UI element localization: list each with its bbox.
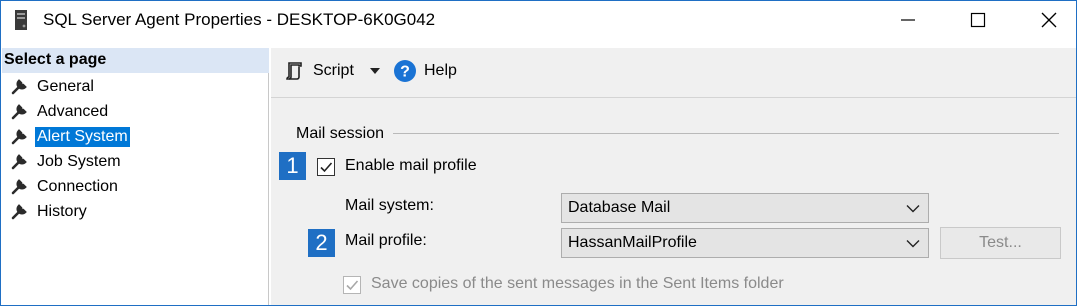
page-item-advanced[interactable]: Advanced — [2, 101, 269, 123]
callout-badge: 2 — [308, 229, 335, 257]
maximize-button[interactable] — [955, 1, 1001, 39]
wrench-icon — [11, 204, 27, 220]
page-item-general[interactable]: General — [2, 76, 269, 98]
page-selector-panel: Select a page General Advanced Alert Sys… — [2, 48, 269, 305]
section-divider — [393, 133, 1059, 134]
toolbar: Script ? Help — [271, 48, 1076, 98]
window-title: SQL Server Agent Properties - DESKTOP-6K… — [43, 10, 436, 29]
page-item-label: History — [37, 203, 87, 220]
chevron-down-icon — [906, 240, 920, 248]
page-item-alert-system[interactable]: Alert System — [2, 126, 269, 148]
page-item-label: Job System — [37, 153, 121, 170]
script-dropdown-icon[interactable] — [369, 66, 381, 76]
mail-system-label: Mail system: — [345, 197, 434, 214]
save-copies-checkbox[interactable] — [343, 276, 361, 294]
help-icon[interactable]: ? — [393, 59, 417, 83]
page-item-label: Advanced — [37, 103, 109, 120]
mail-session-heading: Mail session — [296, 125, 385, 142]
wrench-icon — [11, 129, 27, 145]
minimize-button[interactable] — [885, 1, 931, 39]
content-area: Mail session 1 Enable mail profile Mail … — [271, 99, 1076, 305]
wrench-icon — [11, 179, 27, 195]
enable-mail-profile-label[interactable]: Enable mail profile — [345, 157, 477, 175]
alert-system-page: Script ? Help Mail session 1 Enable mail… — [271, 48, 1076, 305]
minimize-icon — [901, 19, 915, 21]
select-a-page-header: Select a page — [2, 48, 269, 73]
title-bar: SQL Server Agent Properties - DESKTOP-6K… — [1, 1, 1076, 39]
checkmark-icon — [346, 280, 359, 291]
mail-system-select[interactable]: Database Mail — [561, 193, 929, 223]
mail-profile-value: HassanMailProfile — [568, 234, 697, 251]
checkmark-icon — [320, 162, 333, 173]
enable-mail-profile-checkbox[interactable] — [317, 158, 335, 176]
page-item-history[interactable]: History — [2, 201, 269, 223]
save-copies-label[interactable]: Save copies of the sent messages in the … — [371, 275, 784, 293]
properties-window: SQL Server Agent Properties - DESKTOP-6K… — [0, 0, 1077, 306]
page-item-label: Alert System — [35, 127, 130, 147]
script-icon[interactable] — [284, 61, 304, 81]
script-button[interactable]: Script — [313, 62, 354, 80]
page-item-connection[interactable]: Connection — [2, 176, 269, 198]
wrench-icon — [11, 154, 27, 170]
server-app-icon — [15, 10, 27, 30]
chevron-down-icon — [906, 205, 920, 213]
maximize-icon — [970, 12, 986, 28]
page-item-label: Connection — [37, 178, 118, 195]
svg-text:?: ? — [400, 64, 410, 81]
callout-badge: 1 — [279, 152, 306, 180]
help-button[interactable]: Help — [424, 62, 457, 80]
close-icon — [1041, 12, 1057, 28]
page-item-label: General — [37, 78, 94, 95]
page-item-job-system[interactable]: Job System — [2, 151, 269, 173]
mail-system-value: Database Mail — [568, 199, 671, 216]
test-button[interactable]: Test... — [940, 227, 1061, 259]
wrench-icon — [11, 79, 27, 95]
wrench-icon — [11, 104, 27, 120]
mail-profile-select[interactable]: HassanMailProfile — [561, 228, 929, 258]
close-button[interactable] — [1026, 1, 1072, 39]
mail-profile-label: Mail profile: — [345, 232, 427, 249]
